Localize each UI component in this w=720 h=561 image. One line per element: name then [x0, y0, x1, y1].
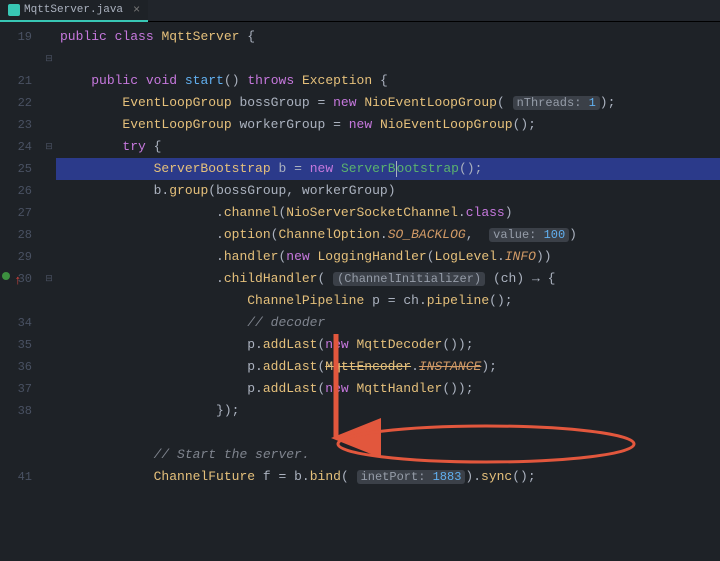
fold-toggle — [42, 224, 56, 246]
code-line — [56, 422, 720, 444]
fold-column: ⊟ ⊟ ⊟ — [42, 22, 56, 539]
fold-toggle — [42, 158, 56, 180]
line-number: 34 — [0, 312, 42, 334]
editor: 19 21222324252627282930↑ 3435363738 41 ⊟ ⊟⊟ … — [0, 22, 720, 539]
fold-toggle — [42, 378, 56, 400]
line-number: 29 — [0, 246, 42, 268]
code-line: EventLoopGroup bossGroup = new NioEventL… — [56, 92, 720, 114]
fold-toggle — [42, 356, 56, 378]
tab-filename: MqttServer.java — [24, 4, 123, 16]
fold-toggle — [42, 26, 56, 48]
fold-toggle — [42, 114, 56, 136]
fold-toggle[interactable]: ⊟ — [42, 268, 56, 290]
fold-toggle — [42, 92, 56, 114]
code-line-current: ServerBootstrap b = new ServerBootstrap(… — [56, 158, 720, 180]
inlay-hint: nThreads: 1 — [513, 96, 600, 110]
code-area[interactable]: public class MqttServer { public void st… — [56, 22, 720, 539]
line-number: 30↑ — [0, 268, 42, 290]
line-number — [0, 48, 42, 70]
inlay-hint: (ChannelInitializer) — [333, 272, 485, 286]
line-number: 41 — [0, 466, 42, 488]
fold-toggle[interactable]: ⊟ — [42, 136, 56, 158]
line-number: 25 — [0, 158, 42, 180]
fold-toggle — [42, 246, 56, 268]
code-line: ChannelFuture f = b.bind( inetPort: 1883… — [56, 466, 720, 488]
code-line: // Start the server. — [56, 444, 720, 466]
code-line: p.addLast(new MqttDecoder()); — [56, 334, 720, 356]
line-number: 26 — [0, 180, 42, 202]
file-tab[interactable]: MqttServer.java × — [0, 0, 148, 22]
java-file-icon — [8, 4, 20, 16]
code-line: // decoder — [56, 312, 720, 334]
code-line: public class MqttServer { — [56, 26, 720, 48]
line-number: 22 — [0, 92, 42, 114]
line-number — [0, 290, 42, 312]
fold-toggle — [42, 70, 56, 92]
code-line: .handler(new LoggingHandler(LogLevel.INF… — [56, 246, 720, 268]
fold-toggle — [42, 202, 56, 224]
fold-toggle — [42, 312, 56, 334]
fold-toggle — [42, 290, 56, 312]
code-line — [56, 48, 720, 70]
fold-toggle — [42, 422, 56, 444]
close-icon[interactable]: × — [133, 3, 140, 17]
code-line: b.group(bossGroup, workerGroup) — [56, 180, 720, 202]
fold-toggle — [42, 400, 56, 422]
fold-toggle[interactable]: ⊟ — [42, 48, 56, 70]
breakpoint-icon[interactable] — [2, 272, 10, 280]
code-line: p.addLast(MqttEncoder.INSTANCE); — [56, 356, 720, 378]
line-number: 36 — [0, 356, 42, 378]
line-number: 28 — [0, 224, 42, 246]
line-number: 23 — [0, 114, 42, 136]
line-number: 24 — [0, 136, 42, 158]
code-line: ChannelPipeline p = ch.pipeline(); — [56, 290, 720, 312]
inlay-hint: value: 100 — [489, 228, 569, 242]
vcs-marker-icon: ↑ — [14, 270, 22, 292]
fold-toggle — [42, 466, 56, 488]
line-number: 37 — [0, 378, 42, 400]
tab-bar: MqttServer.java × — [0, 0, 720, 22]
code-line: EventLoopGroup workerGroup = new NioEven… — [56, 114, 720, 136]
code-line: .channel(NioServerSocketChannel.class) — [56, 202, 720, 224]
line-number: 38 — [0, 400, 42, 422]
fold-toggle — [42, 180, 56, 202]
inlay-hint: inetPort: 1883 — [357, 470, 466, 484]
line-number: 21 — [0, 70, 42, 92]
line-number: 27 — [0, 202, 42, 224]
line-number-gutter: 19 21222324252627282930↑ 3435363738 41 — [0, 22, 42, 539]
code-line: }); — [56, 400, 720, 422]
line-number: 19 — [0, 26, 42, 48]
line-number — [0, 422, 42, 444]
fold-toggle — [42, 444, 56, 466]
code-line: public void start() throws Exception { — [56, 70, 720, 92]
line-number — [0, 444, 42, 466]
code-line: p.addLast(new MqttHandler()); — [56, 378, 720, 400]
code-line: try { — [56, 136, 720, 158]
line-number: 35 — [0, 334, 42, 356]
fold-toggle — [42, 334, 56, 356]
code-line: .childHandler( (ChannelInitializer) (ch)… — [56, 268, 720, 290]
code-line: .option(ChannelOption.SO_BACKLOG, value:… — [56, 224, 720, 246]
